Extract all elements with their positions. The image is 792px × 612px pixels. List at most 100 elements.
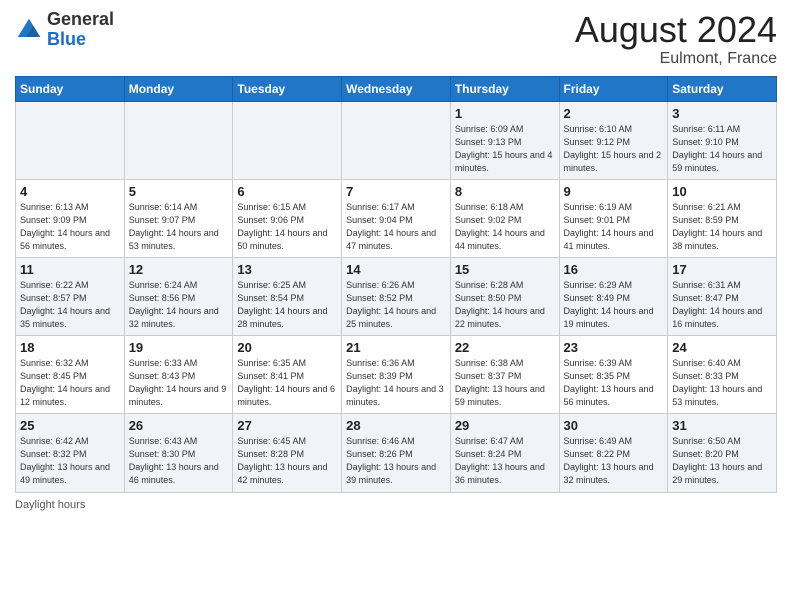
day-number: 20	[237, 340, 337, 355]
title-block: August 2024 Eulmont, France	[575, 10, 777, 68]
calendar-cell: 3 Sunrise: 6:11 AM Sunset: 9:10 PM Daylig…	[668, 101, 777, 179]
calendar-cell: 31Sunrise: 6:50 AM Sunset: 8:20 PM Dayli…	[668, 414, 777, 492]
logo-text: General Blue	[47, 10, 114, 50]
day-number: 7	[346, 184, 446, 199]
calendar-cell: 1 Sunrise: 6:09 AM Sunset: 9:13 PM Daylig…	[450, 101, 559, 179]
day-number: 27	[237, 418, 337, 433]
day-info: Sunrise: 6:31 AM Sunset: 8:47 PM Dayligh…	[672, 279, 772, 331]
day-number: 2	[564, 106, 664, 121]
calendar-cell: 12 Sunrise: 6:24 AM Sunset: 8:56 PM Dayli…	[124, 257, 233, 335]
calendar-cell: 2Sunrise: 6:10 AM Sunset: 9:12 PM Daylig…	[559, 101, 668, 179]
month-title: August 2024	[575, 10, 777, 50]
day-info: Sunrise: 6:35 AM Sunset: 8:41 PM Dayligh…	[237, 357, 337, 409]
day-number: 14	[346, 262, 446, 277]
day-info: Sunrise: 6:47 AM Sunset: 8:24 PM Dayligh…	[455, 435, 555, 487]
day-number: 25	[20, 418, 120, 433]
day-info: Sunrise: 6:39 AM Sunset: 8:35 PM Dayligh…	[564, 357, 664, 409]
logo-blue: Blue	[47, 29, 86, 49]
day-header-thursday: Thursday	[450, 76, 559, 101]
calendar-cell	[16, 101, 125, 179]
day-number: 16	[564, 262, 664, 277]
logo-icon	[15, 16, 43, 44]
day-header-monday: Monday	[124, 76, 233, 101]
day-info: Sunrise: 6:19 AM Sunset: 9:01 PM Dayligh…	[564, 201, 664, 253]
calendar-cell: 15 Sunrise: 6:28 AM Sunset: 8:50 PM Dayli…	[450, 257, 559, 335]
day-info: Sunrise: 6:33 AM Sunset: 8:43 PM Dayligh…	[129, 357, 229, 409]
calendar-cell: 19Sunrise: 6:33 AM Sunset: 8:43 PM Dayli…	[124, 336, 233, 414]
day-info: Sunrise: 6:45 AM Sunset: 8:28 PM Dayligh…	[237, 435, 337, 487]
calendar-cell: 26 Sunrise: 6:43 AM Sunset: 8:30 PM Dayli…	[124, 414, 233, 492]
day-number: 29	[455, 418, 555, 433]
calendar-cell: 11Sunrise: 6:22 AM Sunset: 8:57 PM Dayli…	[16, 257, 125, 335]
logo-general: General	[47, 9, 114, 29]
day-number: 30	[564, 418, 664, 433]
calendar-cell: 25 Sunrise: 6:42 AM Sunset: 8:32 PM Dayli…	[16, 414, 125, 492]
day-info: Sunrise: 6:11 AM Sunset: 9:10 PM Dayligh…	[672, 123, 772, 175]
day-number: 21	[346, 340, 446, 355]
calendar-week-row: 4 Sunrise: 6:13 AM Sunset: 9:09 PM Daylig…	[16, 179, 777, 257]
day-info: Sunrise: 6:38 AM Sunset: 8:37 PM Dayligh…	[455, 357, 555, 409]
calendar-week-row: 25 Sunrise: 6:42 AM Sunset: 8:32 PM Dayli…	[16, 414, 777, 492]
day-header-tuesday: Tuesday	[233, 76, 342, 101]
day-info: Sunrise: 6:43 AM Sunset: 8:30 PM Dayligh…	[129, 435, 229, 487]
day-info: Sunrise: 6:49 AM Sunset: 8:22 PM Dayligh…	[564, 435, 664, 487]
day-number: 6	[237, 184, 337, 199]
day-info: Sunrise: 6:14 AM Sunset: 9:07 PM Dayligh…	[129, 201, 229, 253]
day-info: Sunrise: 6:42 AM Sunset: 8:32 PM Dayligh…	[20, 435, 120, 487]
day-number: 18	[20, 340, 120, 355]
day-number: 26	[129, 418, 229, 433]
day-info: Sunrise: 6:32 AM Sunset: 8:45 PM Dayligh…	[20, 357, 120, 409]
calendar-cell	[124, 101, 233, 179]
day-info: Sunrise: 6:22 AM Sunset: 8:57 PM Dayligh…	[20, 279, 120, 331]
calendar-cell: 5Sunrise: 6:14 AM Sunset: 9:07 PM Daylig…	[124, 179, 233, 257]
day-number: 1	[455, 106, 555, 121]
day-info: Sunrise: 6:09 AM Sunset: 9:13 PM Dayligh…	[455, 123, 555, 175]
location-title: Eulmont, France	[575, 50, 777, 68]
calendar-cell: 6 Sunrise: 6:15 AM Sunset: 9:06 PM Daylig…	[233, 179, 342, 257]
day-info: Sunrise: 6:28 AM Sunset: 8:50 PM Dayligh…	[455, 279, 555, 331]
calendar-header-row: SundayMondayTuesdayWednesdayThursdayFrid…	[16, 76, 777, 101]
calendar-cell: 17Sunrise: 6:31 AM Sunset: 8:47 PM Dayli…	[668, 257, 777, 335]
day-number: 3	[672, 106, 772, 121]
calendar-cell	[342, 101, 451, 179]
footer-label: Daylight hours	[15, 499, 85, 511]
day-header-friday: Friday	[559, 76, 668, 101]
page-container: General Blue August 2024 Eulmont, France…	[0, 0, 792, 521]
day-number: 31	[672, 418, 772, 433]
day-info: Sunrise: 6:29 AM Sunset: 8:49 PM Dayligh…	[564, 279, 664, 331]
day-number: 13	[237, 262, 337, 277]
logo: General Blue	[15, 10, 114, 50]
day-number: 15	[455, 262, 555, 277]
calendar-cell	[233, 101, 342, 179]
day-info: Sunrise: 6:46 AM Sunset: 8:26 PM Dayligh…	[346, 435, 446, 487]
day-number: 10	[672, 184, 772, 199]
day-number: 12	[129, 262, 229, 277]
day-info: Sunrise: 6:24 AM Sunset: 8:56 PM Dayligh…	[129, 279, 229, 331]
calendar-cell: 18 Sunrise: 6:32 AM Sunset: 8:45 PM Dayli…	[16, 336, 125, 414]
calendar-cell: 27 Sunrise: 6:45 AM Sunset: 8:28 PM Dayli…	[233, 414, 342, 492]
header: General Blue August 2024 Eulmont, France	[15, 10, 777, 68]
day-info: Sunrise: 6:13 AM Sunset: 9:09 PM Dayligh…	[20, 201, 120, 253]
day-number: 8	[455, 184, 555, 199]
day-info: Sunrise: 6:40 AM Sunset: 8:33 PM Dayligh…	[672, 357, 772, 409]
day-number: 4	[20, 184, 120, 199]
calendar-cell: 21 Sunrise: 6:36 AM Sunset: 8:39 PM Dayli…	[342, 336, 451, 414]
calendar-cell: 30 Sunrise: 6:49 AM Sunset: 8:22 PM Dayli…	[559, 414, 668, 492]
calendar-cell: 22 Sunrise: 6:38 AM Sunset: 8:37 PM Dayli…	[450, 336, 559, 414]
day-info: Sunrise: 6:18 AM Sunset: 9:02 PM Dayligh…	[455, 201, 555, 253]
calendar-cell: 14Sunrise: 6:26 AM Sunset: 8:52 PM Dayli…	[342, 257, 451, 335]
day-info: Sunrise: 6:36 AM Sunset: 8:39 PM Dayligh…	[346, 357, 446, 409]
day-info: Sunrise: 6:25 AM Sunset: 8:54 PM Dayligh…	[237, 279, 337, 331]
calendar-table: SundayMondayTuesdayWednesdayThursdayFrid…	[15, 76, 777, 493]
calendar-week-row: 18 Sunrise: 6:32 AM Sunset: 8:45 PM Dayli…	[16, 336, 777, 414]
day-info: Sunrise: 6:15 AM Sunset: 9:06 PM Dayligh…	[237, 201, 337, 253]
calendar-cell: 4 Sunrise: 6:13 AM Sunset: 9:09 PM Daylig…	[16, 179, 125, 257]
day-number: 24	[672, 340, 772, 355]
footer: Daylight hours	[15, 499, 777, 511]
calendar-cell: 10Sunrise: 6:21 AM Sunset: 8:59 PM Dayli…	[668, 179, 777, 257]
calendar-cell: 13 Sunrise: 6:25 AM Sunset: 8:54 PM Dayli…	[233, 257, 342, 335]
day-number: 28	[346, 418, 446, 433]
day-number: 22	[455, 340, 555, 355]
calendar-cell: 28 Sunrise: 6:46 AM Sunset: 8:26 PM Dayli…	[342, 414, 451, 492]
day-header-wednesday: Wednesday	[342, 76, 451, 101]
